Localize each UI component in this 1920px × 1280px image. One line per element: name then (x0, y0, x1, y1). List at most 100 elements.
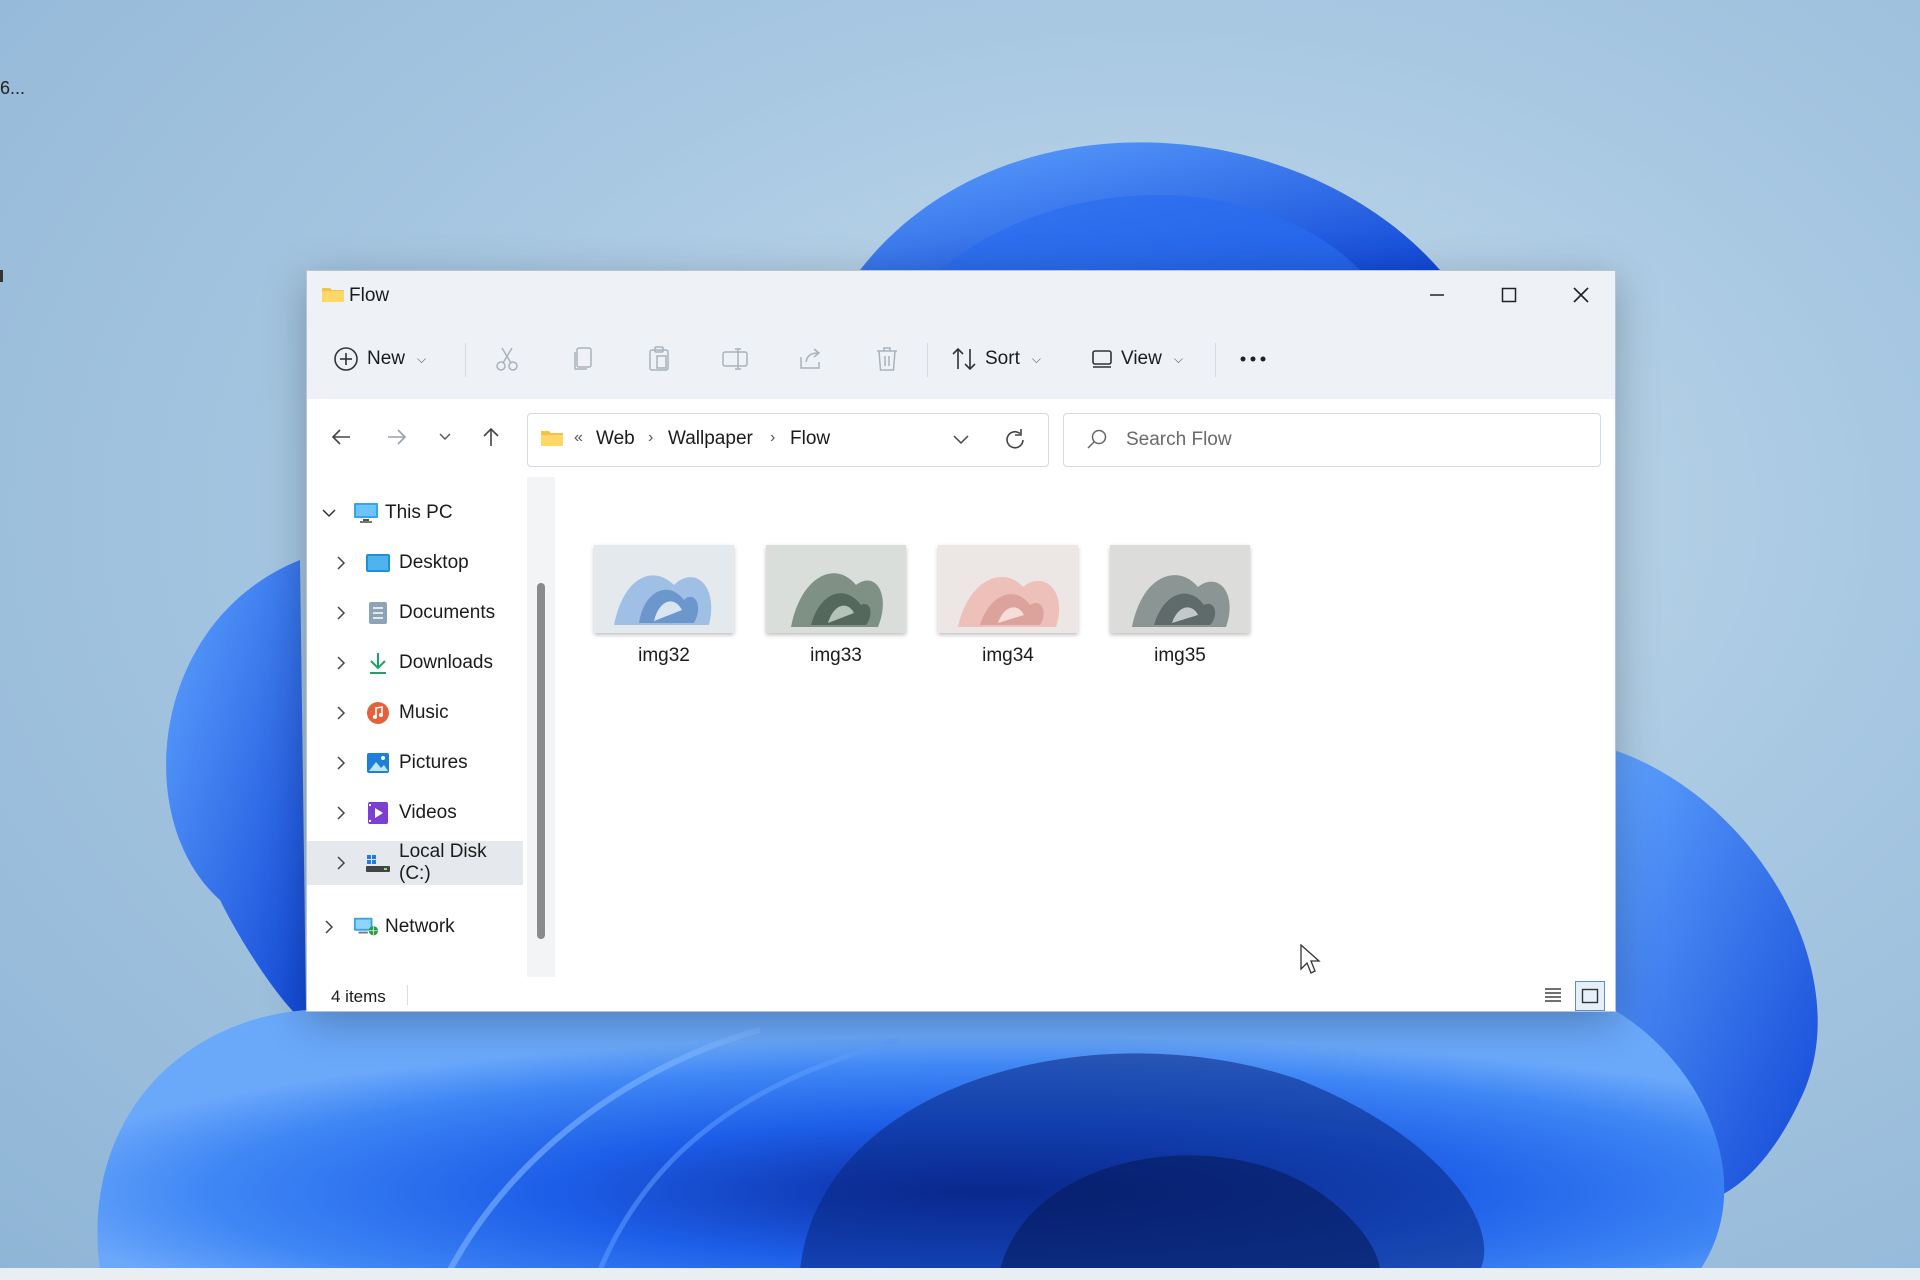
chevron-right-icon[interactable] (331, 653, 351, 673)
chevron-right-icon[interactable] (319, 917, 339, 937)
delete-button[interactable] (865, 337, 909, 381)
sidebar-item-label: Downloads (399, 652, 493, 673)
arrow-right-icon (388, 429, 407, 445)
list-view-icon (1545, 988, 1561, 1002)
view-icon (1092, 350, 1112, 368)
new-label: New (367, 348, 406, 369)
search-input[interactable]: Search Flow (1063, 413, 1601, 467)
share-icon (800, 348, 821, 369)
maximize-button[interactable] (1473, 271, 1545, 319)
toolbar-divider (1215, 343, 1216, 377)
network-icon (353, 915, 379, 939)
close-button[interactable] (1545, 271, 1617, 319)
videos-icon (365, 801, 391, 825)
breadcrumb-web[interactable]: Web (596, 428, 635, 450)
sidebar-item-label: Music (399, 702, 449, 723)
chevron-right-icon[interactable] (331, 853, 351, 873)
file-item-img34[interactable]: img34 (933, 545, 1079, 685)
share-button[interactable] (789, 337, 833, 381)
sidebar-item-desktop[interactable]: Desktop (307, 541, 523, 585)
status-bar: 4 items (307, 977, 1615, 1011)
download-icon (365, 651, 391, 675)
details-view-button[interactable] (1539, 981, 1567, 1009)
sort-label: Sort (985, 348, 1020, 369)
address-bar[interactable]: « Web › Wallpaper › Flow (527, 413, 1049, 467)
image-thumbnail (594, 545, 734, 633)
chevron-down-icon (439, 433, 451, 440)
back-button[interactable] (319, 415, 363, 459)
title-bar[interactable]: Flow (307, 271, 1615, 319)
sidebar-item-documents[interactable]: Documents (307, 591, 523, 635)
sidebar-item-label: Documents (399, 602, 496, 623)
breadcrumb-overflow[interactable]: « (574, 429, 583, 447)
sort-button[interactable]: Sort ⌵ (951, 337, 1041, 381)
desktop-shortcut-label[interactable]: 6... (0, 78, 25, 99)
sort-icon (952, 347, 976, 371)
scrollbar-thumb[interactable] (537, 583, 545, 939)
view-label: View (1121, 348, 1162, 369)
drive-icon (365, 851, 391, 875)
recent-locations-button[interactable] (423, 415, 467, 459)
file-explorer-window: Flow New ⌵ Sort ⌵ View ⌵ « Web › Wallpap… (306, 270, 1616, 1012)
mouse-cursor-icon (1300, 944, 1321, 974)
file-name: img34 (982, 645, 1034, 666)
close-icon (1573, 287, 1589, 303)
sidebar-item-local-disk[interactable]: Local Disk (C:) (307, 841, 523, 885)
file-item-img35[interactable]: img35 (1105, 545, 1251, 685)
chevron-down-icon: ⌵ (417, 351, 427, 366)
cut-icon (496, 347, 518, 371)
file-list: img32 img33 img34 img35 (555, 477, 1615, 977)
desktop-mark (0, 270, 3, 282)
command-bar: New ⌵ Sort ⌵ View ⌵ (307, 319, 1615, 400)
maximize-icon (1501, 287, 1517, 303)
file-item-img33[interactable]: img33 (761, 545, 907, 685)
large-icons-view-icon (1581, 988, 1599, 1004)
breadcrumb-flow[interactable]: Flow (790, 428, 830, 450)
image-thumbnail (766, 545, 906, 633)
desktop-icon (365, 551, 391, 575)
new-button[interactable]: New ⌵ (333, 337, 426, 381)
sidebar-item-music[interactable]: Music (307, 691, 523, 735)
chevron-down-icon: ⌵ (1173, 351, 1183, 366)
address-row: « Web › Wallpaper › Flow Search Flow (307, 399, 1615, 477)
large-icons-view-button[interactable] (1575, 981, 1605, 1011)
paste-button[interactable] (637, 337, 681, 381)
copy-button[interactable] (561, 337, 605, 381)
rename-button[interactable] (713, 337, 757, 381)
toolbar-divider (927, 343, 928, 377)
view-button[interactable]: View ⌵ (1091, 337, 1183, 381)
chevron-right-icon[interactable] (331, 553, 351, 573)
minimize-button[interactable] (1401, 271, 1473, 319)
item-count: 4 items (331, 987, 386, 1006)
sidebar-item-downloads[interactable]: Downloads (307, 641, 523, 685)
chevron-right-icon[interactable] (331, 753, 351, 773)
sidebar-item-this-pc[interactable]: This PC (307, 491, 523, 535)
chevron-right-icon[interactable] (331, 603, 351, 623)
cut-button[interactable] (485, 337, 529, 381)
arrow-up-icon (483, 427, 499, 446)
refresh-button[interactable] (998, 424, 1032, 456)
rename-icon (722, 348, 748, 370)
search-icon (1087, 429, 1107, 449)
file-name: img35 (1154, 645, 1206, 666)
sidebar-item-videos[interactable]: Videos (307, 791, 523, 835)
up-button[interactable] (469, 415, 513, 459)
music-icon (365, 701, 391, 725)
chevron-down-icon[interactable] (319, 503, 339, 523)
chevron-right-icon[interactable] (331, 703, 351, 723)
documents-icon (365, 601, 391, 625)
address-history-button[interactable] (946, 426, 976, 454)
breadcrumb-wallpaper[interactable]: Wallpaper (668, 428, 753, 450)
image-thumbnail (938, 545, 1078, 633)
more-options-button[interactable] (1231, 337, 1275, 381)
navigation-scrollbar[interactable] (527, 477, 555, 977)
sidebar-item-network[interactable]: Network (307, 905, 523, 949)
chevron-right-icon[interactable] (331, 803, 351, 823)
window-title: Flow (349, 285, 390, 306)
refresh-icon (1006, 429, 1024, 449)
file-item-img32[interactable]: img32 (589, 545, 735, 685)
breadcrumb-separator: › (648, 429, 654, 446)
toolbar-divider (465, 343, 466, 377)
forward-button[interactable] (375, 415, 419, 459)
sidebar-item-pictures[interactable]: Pictures (307, 741, 523, 785)
